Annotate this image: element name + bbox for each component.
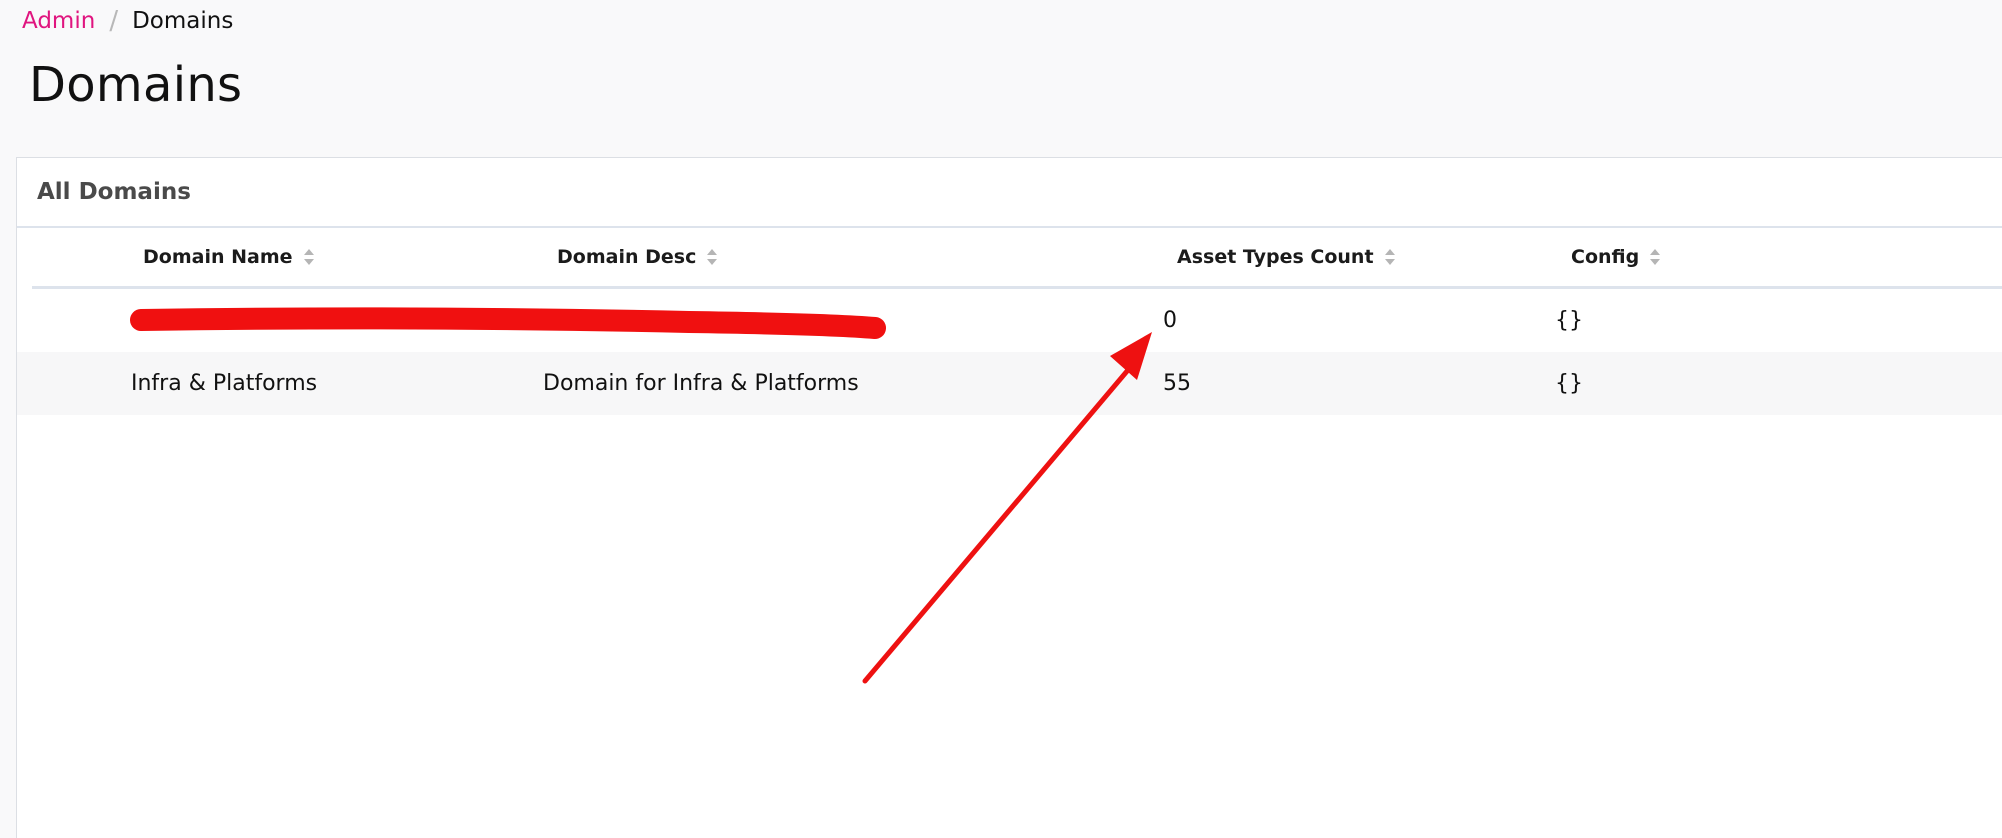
column-label: Domain Desc [557,246,697,268]
column-header-domain-name[interactable]: Domain Name [143,228,315,286]
cell-config: {} [1555,371,1583,396]
redaction-mark [130,307,886,339]
cell-domain-name: Infra & Platforms [131,371,318,396]
sort-icon[interactable] [1649,248,1661,266]
table-row[interactable]: 0 {} [17,289,2002,352]
page-title: Domains [29,57,243,113]
sort-icon[interactable] [1384,248,1396,266]
breadcrumb-current: Domains [132,8,234,34]
all-domains-card: All Domains Domain Name Domain Desc Asse… [16,157,2002,838]
table-row[interactable]: Infra & Platforms Domain for Infra & Pla… [17,352,2002,415]
card-header: All Domains [17,158,2002,228]
column-header-config[interactable]: Config [1571,228,1661,286]
sort-icon[interactable] [303,248,315,266]
cell-domain-desc: Domain for Infra & Platforms [543,371,859,396]
domains-page: Admin / Domains Domains All Domains Doma… [0,0,2002,838]
column-label: Asset Types Count [1177,246,1374,268]
column-header-asset-types-count[interactable]: Asset Types Count [1177,228,1396,286]
table-header: Domain Name Domain Desc Asset Types Coun… [32,228,2002,289]
sort-icon[interactable] [706,248,718,266]
column-label: Config [1571,246,1640,268]
card-title: All Domains [37,179,191,205]
cell-asset-types-count: 55 [1163,371,1191,396]
domains-table: Domain Name Domain Desc Asset Types Coun… [17,228,2002,415]
column-label: Domain Name [143,246,293,268]
breadcrumb-separator: / [109,6,119,36]
cell-config: {} [1555,308,1583,333]
breadcrumb-admin-link[interactable]: Admin [22,6,95,36]
column-header-domain-desc[interactable]: Domain Desc [557,228,718,286]
cell-asset-types-count: 0 [1163,308,1177,333]
breadcrumb: Admin / Domains [22,6,233,36]
